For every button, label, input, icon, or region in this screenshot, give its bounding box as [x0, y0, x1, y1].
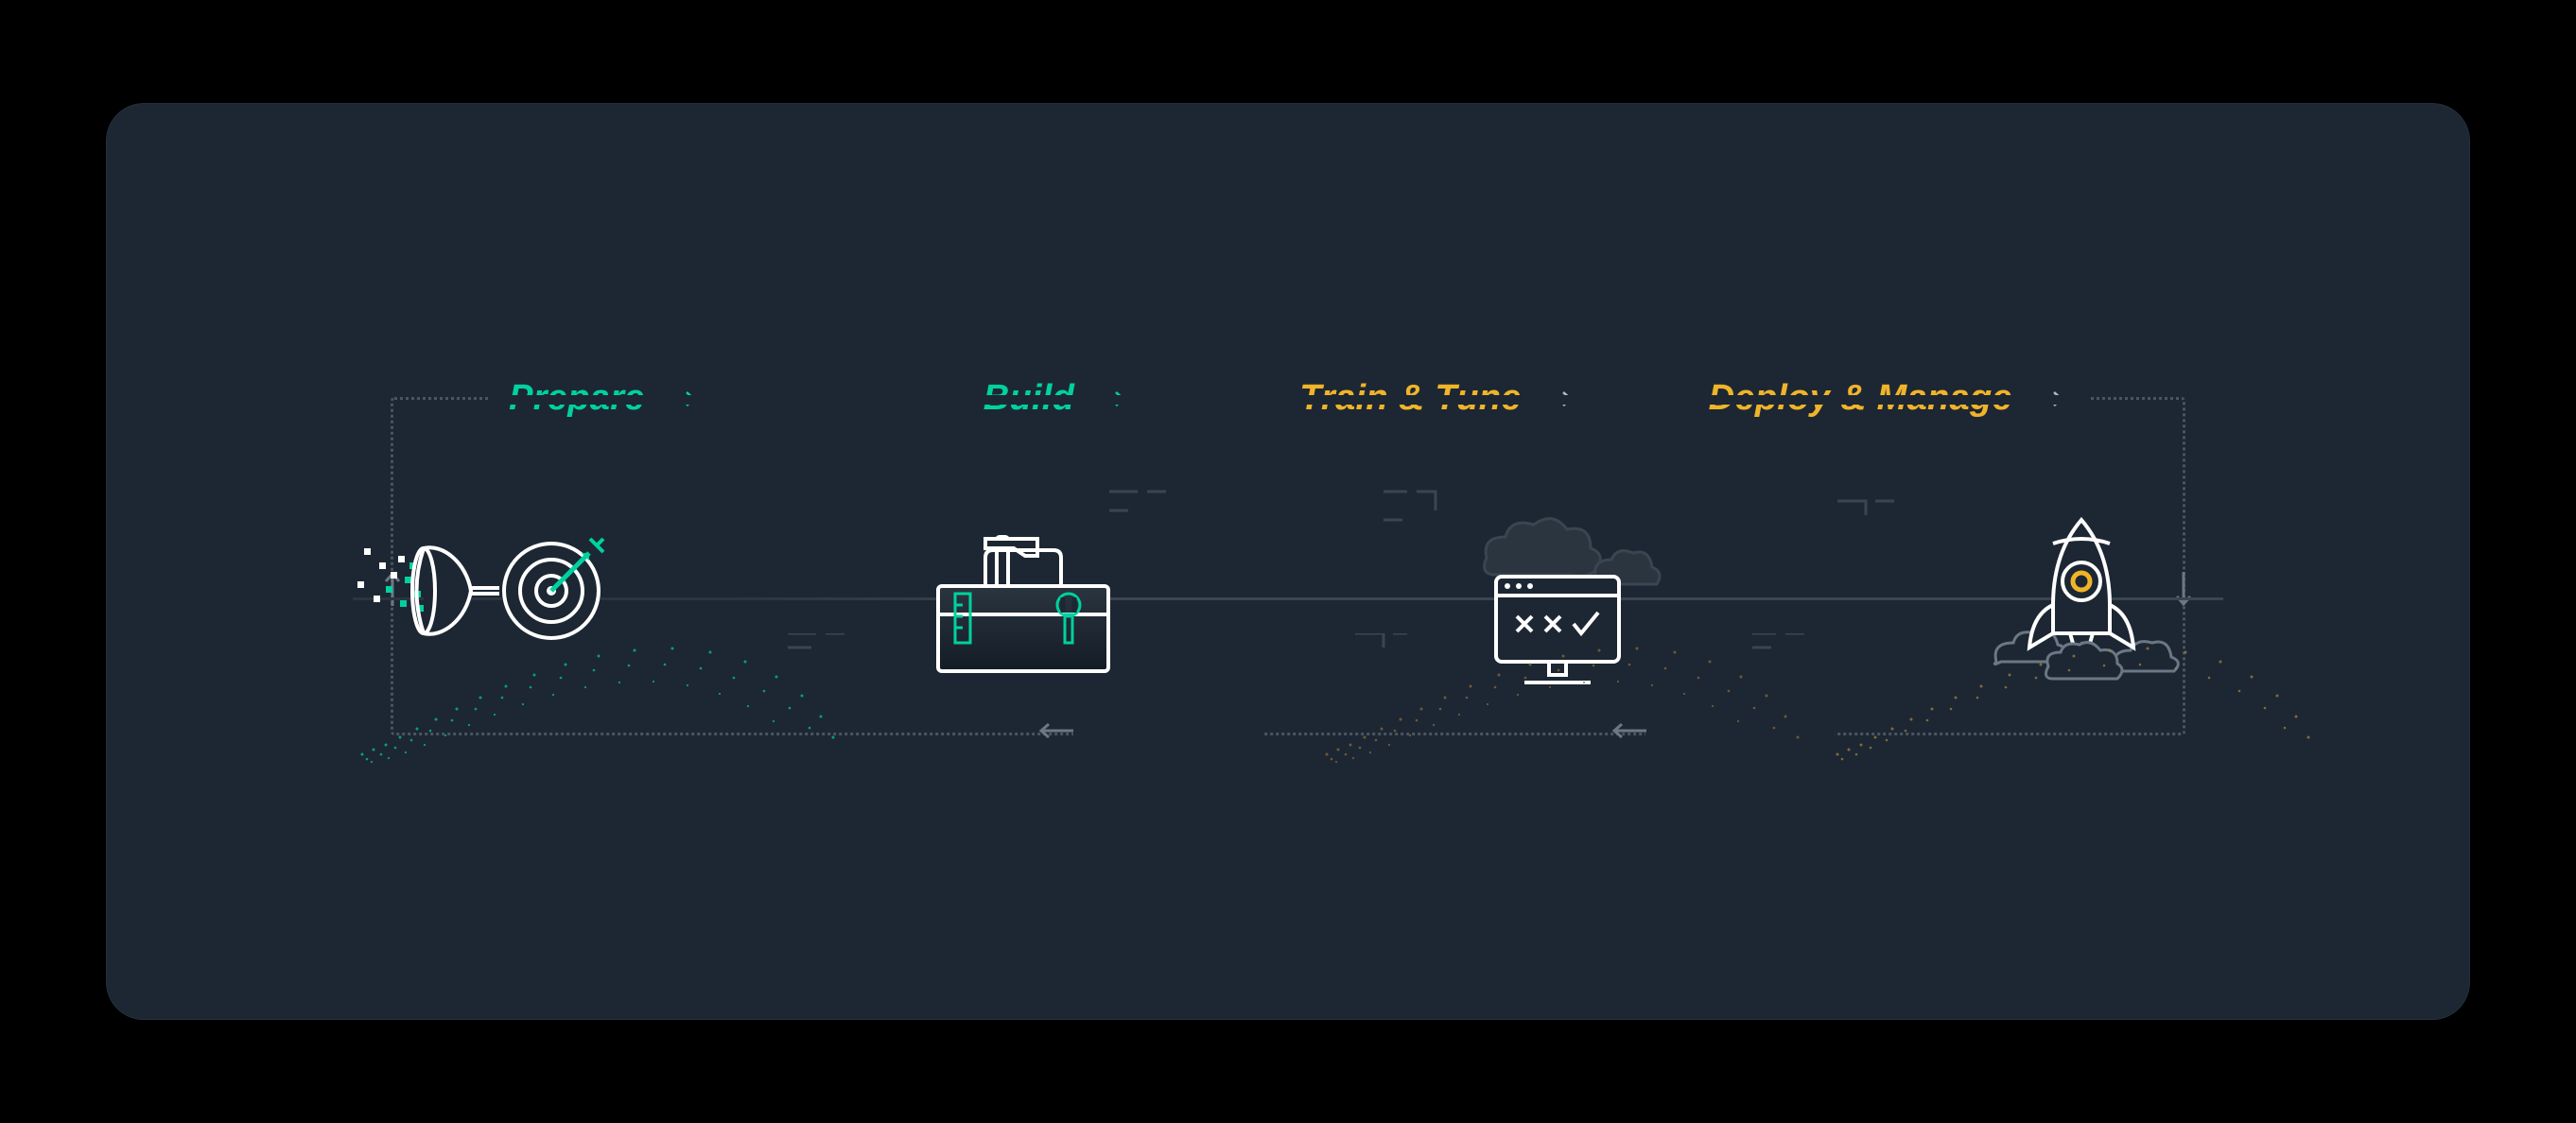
prepare-icon-group: [353, 492, 636, 718]
stage-prepare: Prepare: [509, 378, 700, 419]
arrow-left-icon: [1037, 719, 1075, 742]
arrow-right-icon: [658, 389, 700, 408]
stage-label-text: Train & Tune: [1299, 378, 1521, 419]
stage-train: Train & Tune: [1299, 378, 1575, 419]
stage-label-text: Deploy & Manage: [1709, 378, 2012, 419]
workflow-diagram: Prepare Build Train & Tune Deploy & Mana…: [106, 103, 2470, 1020]
arrow-right-icon: [1088, 389, 1129, 408]
funnel-target-icon: [353, 510, 636, 700]
cloud-monitor-icon: [1430, 501, 1676, 709]
stage-labels-row: Prepare Build Train & Tune Deploy & Mana…: [107, 378, 2469, 419]
toolbox-icon: [919, 510, 1127, 700]
arrow-right-icon: [1535, 389, 1576, 408]
arrow-left-icon: [1610, 719, 1648, 742]
stage-build: Build: [983, 378, 1129, 419]
rocket-icon: [1958, 501, 2204, 709]
stage-deploy: Deploy & Manage: [1709, 378, 2067, 419]
stage-label-text: Build: [983, 378, 1074, 419]
icons-row: [353, 492, 2223, 718]
deploy-icon-group: [1940, 492, 2223, 718]
build-icon-group: [881, 492, 1165, 718]
train-icon-group: [1411, 492, 1695, 718]
stage-label-text: Prepare: [509, 378, 645, 419]
arrow-right-icon: [2026, 389, 2067, 408]
